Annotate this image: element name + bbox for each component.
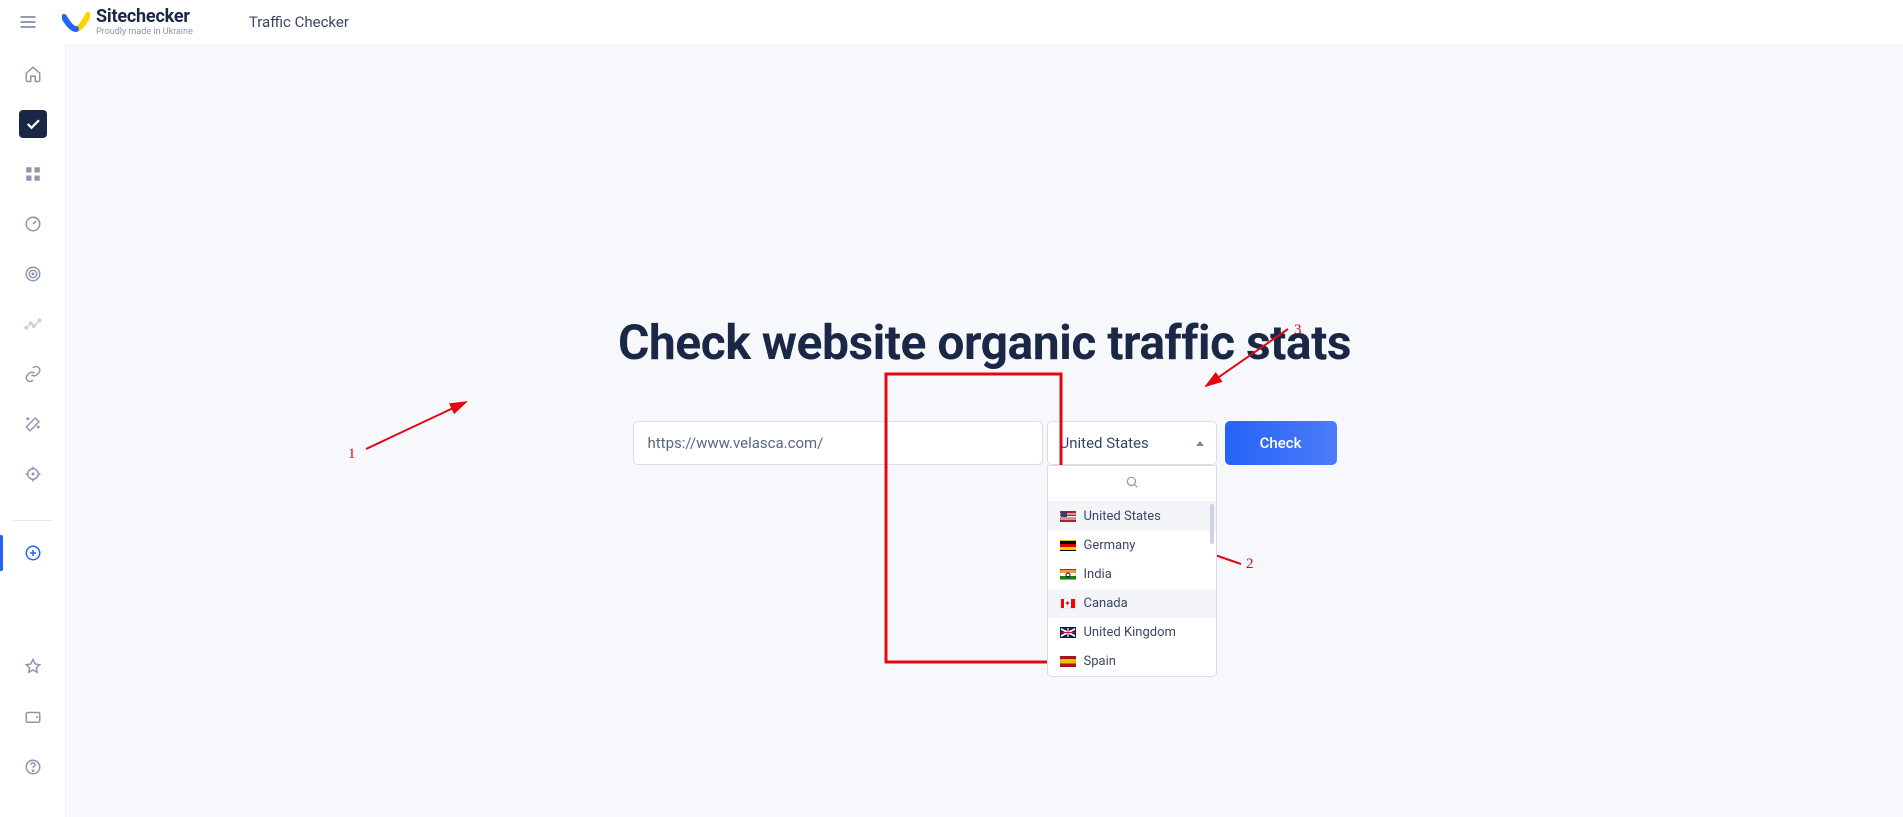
country-search[interactable] <box>1048 466 1216 502</box>
flag-us-icon <box>1060 511 1076 522</box>
gauge-icon <box>24 215 42 233</box>
extension-icon <box>24 658 42 676</box>
sidebar-item-locate[interactable] <box>19 460 47 488</box>
sidebar-item-grid[interactable] <box>19 160 47 188</box>
dropdown-scrollbar[interactable] <box>1210 504 1214 544</box>
sidebar-item-help[interactable] <box>19 753 47 781</box>
link-icon <box>24 365 42 383</box>
caret-up-icon <box>1196 441 1204 446</box>
check-button[interactable]: Check <box>1225 421 1337 465</box>
sidebar-item-trend[interactable] <box>19 310 47 338</box>
brand-logo[interactable]: Sitechecker Proudly made in Ukraine <box>62 8 193 37</box>
sidebar-item-tools[interactable] <box>19 410 47 438</box>
country-option-us[interactable]: United States <box>1048 502 1216 531</box>
country-dropdown: United States Germany India <box>1047 465 1217 677</box>
sidebar-item-billing[interactable] <box>19 703 47 731</box>
flag-in-icon <box>1060 569 1076 580</box>
sidebar-item-add[interactable] <box>19 539 47 567</box>
url-input[interactable] <box>633 421 1043 465</box>
sidebar-item-target[interactable] <box>19 260 47 288</box>
country-selected-label: United States <box>1060 434 1149 452</box>
home-icon <box>24 65 42 83</box>
grid-icon <box>24 165 42 183</box>
sidebar-item-links[interactable] <box>19 360 47 388</box>
hamburger-icon <box>18 12 38 32</box>
brand-tagline: Proudly made in Ukraine <box>96 28 193 37</box>
country-option-label: United Kingdom <box>1084 625 1176 640</box>
country-option-label: United States <box>1084 509 1161 524</box>
hero-title: Check website organic traffic stats <box>195 314 1775 371</box>
main-content: Check website organic traffic stats Unit… <box>66 44 1903 817</box>
brand-name: Sitechecker <box>96 8 193 26</box>
check-icon <box>24 115 42 133</box>
wand-icon <box>24 415 42 433</box>
sidebar <box>0 44 66 817</box>
flag-es-icon <box>1060 656 1076 667</box>
country-option-label: India <box>1084 567 1112 582</box>
brand-mark-icon <box>62 11 90 33</box>
add-icon <box>24 544 42 562</box>
sidebar-item-extension[interactable] <box>19 653 47 681</box>
search-icon <box>1125 475 1139 489</box>
locate-icon <box>24 465 42 483</box>
sidebar-item-home[interactable] <box>19 60 47 88</box>
flag-de-icon <box>1060 540 1076 551</box>
wallet-icon <box>24 708 42 726</box>
flag-ca-icon: ✦ <box>1060 598 1076 609</box>
country-option-label: Germany <box>1084 538 1136 553</box>
country-option-es[interactable]: Spain <box>1048 647 1216 676</box>
country-option-in[interactable]: India <box>1048 560 1216 589</box>
help-icon <box>24 758 42 776</box>
country-option-label: Spain <box>1084 654 1116 669</box>
annotation-label-2: 2 <box>1246 556 1254 573</box>
topbar: Sitechecker Proudly made in Ukraine Traf… <box>0 0 1903 44</box>
country-select[interactable]: United States <box>1047 421 1217 465</box>
flag-uk-icon <box>1060 627 1076 638</box>
sidebar-item-performance[interactable] <box>19 210 47 238</box>
sidebar-item-checker[interactable] <box>19 110 47 138</box>
page-title: Traffic Checker <box>249 13 349 31</box>
check-form: United States United States <box>195 421 1775 465</box>
trend-icon <box>24 315 42 333</box>
target-icon <box>24 265 42 283</box>
country-option-de[interactable]: Germany <box>1048 531 1216 560</box>
country-option-ca[interactable]: ✦ Canada <box>1048 589 1216 618</box>
country-option-uk[interactable]: United Kingdom <box>1048 618 1216 647</box>
country-option-label: Canada <box>1084 596 1128 611</box>
sidebar-divider <box>13 520 53 521</box>
country-option-list: United States Germany India <box>1048 502 1216 676</box>
menu-toggle-button[interactable] <box>12 6 44 38</box>
